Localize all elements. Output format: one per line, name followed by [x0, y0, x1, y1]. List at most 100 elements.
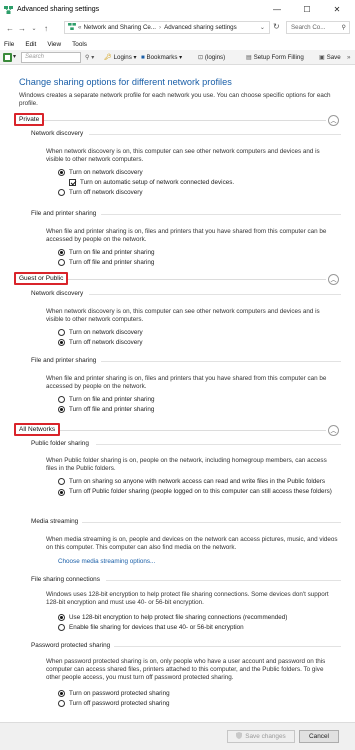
minimize-button[interactable]: — [266, 0, 288, 19]
title-bar: Advanced sharing settings — ☐ ✕ [0, 0, 355, 19]
divider [101, 361, 341, 362]
main-content: Change sharing options for different net… [0, 66, 355, 722]
radio-40bit[interactable]: Enable file sharing for devices that use… [58, 624, 244, 631]
back-arrow-icon[interactable]: ← [4, 21, 16, 35]
media-streaming-link[interactable]: Choose media streaming options... [58, 558, 155, 565]
subhead-network-discovery: Network discovery [31, 130, 84, 137]
toolbar-search-button-icon[interactable]: ⚲ ▾ [85, 52, 94, 63]
radio-unselected[interactable] [58, 396, 65, 403]
all-networks-header[interactable]: All Networks [14, 423, 61, 436]
search-input[interactable]: Search Co... ⚲ [286, 21, 350, 34]
menu-bar: File Edit View Tools [0, 38, 355, 50]
divider [101, 214, 341, 215]
menu-edit[interactable]: Edit [25, 41, 36, 48]
radio-unselected[interactable] [58, 259, 65, 266]
subhead-password-sharing: Password protected sharing [31, 642, 111, 649]
radio-unselected[interactable] [58, 478, 65, 485]
radio-guest-nd-off[interactable]: Turn off network discovery [58, 339, 143, 346]
radio-selected[interactable] [58, 488, 65, 496]
menu-tools[interactable]: Tools [72, 41, 87, 48]
file-sharing-desc: Windows uses 128-bit encryption to help … [46, 591, 329, 606]
cancel-button[interactable]: Cancel [299, 730, 339, 743]
divider [89, 134, 341, 135]
radio-128bit[interactable]: Use 128-bit encryption to help protect f… [58, 614, 287, 621]
overflow-icon[interactable]: » [347, 52, 350, 63]
private-profile-header[interactable]: Private [14, 113, 45, 126]
radio-selected[interactable] [58, 169, 65, 176]
radio-password-off[interactable]: Turn off password protected sharing [58, 700, 169, 707]
logins-button[interactable]: 🔑︎ Logins ▾ [104, 52, 137, 63]
close-button[interactable]: ✕ [326, 0, 348, 19]
radio-selected[interactable] [58, 690, 65, 697]
window-title: Advanced sharing settings [17, 6, 100, 13]
profile-label-private: Private [14, 113, 45, 126]
radio-guest-fp-on[interactable]: Turn on file and printer sharing [58, 396, 155, 403]
public-folder-desc: When Public folder sharing is on, people… [46, 457, 327, 472]
radio-private-fp-on[interactable]: Turn on file and printer sharing [58, 249, 155, 256]
radio-unselected[interactable] [58, 189, 65, 196]
subhead-file-printer: File and printer sharing [31, 210, 97, 217]
forward-arrow-icon[interactable]: → [16, 21, 28, 35]
collapse-chevron-icon[interactable]: ︿ [328, 115, 339, 126]
logins-paren-button[interactable]: ⊡ (logins) [198, 52, 225, 63]
network-discovery-desc: When network discovery is on, this compu… [46, 308, 320, 323]
breadcrumb-advanced[interactable]: Advanced sharing settings [164, 24, 237, 31]
radio-selected[interactable] [58, 406, 65, 413]
menu-file[interactable]: File [4, 41, 14, 48]
maximize-button[interactable]: ☐ [296, 0, 318, 19]
radio-private-nd-off[interactable]: Turn off network discovery [58, 189, 143, 196]
lastpass-icon[interactable] [3, 53, 12, 64]
profile-label-guest: Guest or Public [14, 272, 69, 285]
toolbar-search-input[interactable]: Search [21, 52, 81, 63]
checkbox-checked[interactable] [69, 179, 76, 186]
collapse-chevron-icon[interactable]: ︿ [328, 274, 339, 285]
divider [82, 522, 341, 523]
radio-guest-nd-on[interactable]: Turn on network discovery [58, 329, 143, 336]
radio-guest-fp-off[interactable]: Turn off file and printer sharing [58, 406, 154, 413]
up-arrow-icon[interactable]: ↑ [40, 21, 52, 35]
radio-private-fp-off[interactable]: Turn off file and printer sharing [58, 259, 154, 266]
form-fill-button[interactable]: ▤ Setup Form Filling [246, 52, 304, 63]
radio-selected[interactable] [58, 614, 65, 621]
collapse-chevron-icon[interactable]: ︿ [328, 425, 339, 436]
network-icon [4, 5, 13, 14]
divider [114, 646, 341, 647]
file-printer-desc: When file and printer sharing is on, fil… [46, 375, 327, 390]
radio-unselected[interactable] [58, 329, 65, 336]
breadcrumb-network-sharing[interactable]: Network and Sharing Ce... [83, 24, 156, 31]
divider [96, 444, 341, 445]
radio-selected[interactable] [58, 339, 65, 346]
radio-public-off[interactable]: Turn off Public folder sharing (people l… [58, 488, 338, 496]
crumb-overflow[interactable]: « [78, 24, 81, 31]
form-icon: ▤ [246, 54, 252, 61]
checkbox-auto-setup[interactable]: Turn on automatic setup of network conne… [69, 179, 234, 186]
network-discovery-desc: When network discovery is on, this compu… [46, 148, 320, 163]
save-icon: ▣ [319, 54, 325, 61]
save-changes-button[interactable]: Save changes [227, 730, 295, 743]
menu-view[interactable]: View [47, 41, 61, 48]
key-icon: 🔑︎ [104, 54, 112, 61]
radio-unselected[interactable] [58, 624, 65, 631]
radio-password-on[interactable]: Turn on password protected sharing [58, 690, 170, 697]
divider [106, 580, 341, 581]
recent-dropdown-icon[interactable]: ⌄ [28, 21, 40, 35]
save-site-button[interactable]: ▣ Save [319, 52, 341, 63]
network-crumb-icon [68, 23, 76, 32]
address-box[interactable]: « Network and Sharing Ce... › Advanced s… [64, 21, 270, 34]
radio-unselected[interactable] [58, 700, 65, 707]
password-sharing-desc: When password protected sharing is on, o… [46, 658, 326, 681]
shield-icon [236, 732, 243, 741]
guest-profile-header[interactable]: Guest or Public [14, 272, 69, 285]
bookmarks-button[interactable]: ■ Bookmarks ▾ [141, 52, 182, 63]
radio-selected[interactable] [58, 249, 65, 256]
file-printer-desc: When file and printer sharing is on, fil… [46, 228, 327, 243]
radio-public-on[interactable]: Turn on sharing so anyone with network a… [58, 478, 325, 485]
radio-private-nd-on[interactable]: Turn on network discovery [58, 169, 143, 176]
subhead-media-streaming: Media streaming [31, 518, 79, 525]
media-streaming-desc: When media streaming is on, people and d… [46, 536, 338, 551]
footer-bar: Save changes Cancel [0, 722, 355, 750]
refresh-icon[interactable]: ↻ [273, 22, 280, 31]
dropdown-icon[interactable]: ▾ [13, 53, 16, 60]
chevron-down-icon[interactable]: ⌄ [260, 24, 265, 31]
subhead-network-discovery: Network discovery [31, 290, 84, 297]
